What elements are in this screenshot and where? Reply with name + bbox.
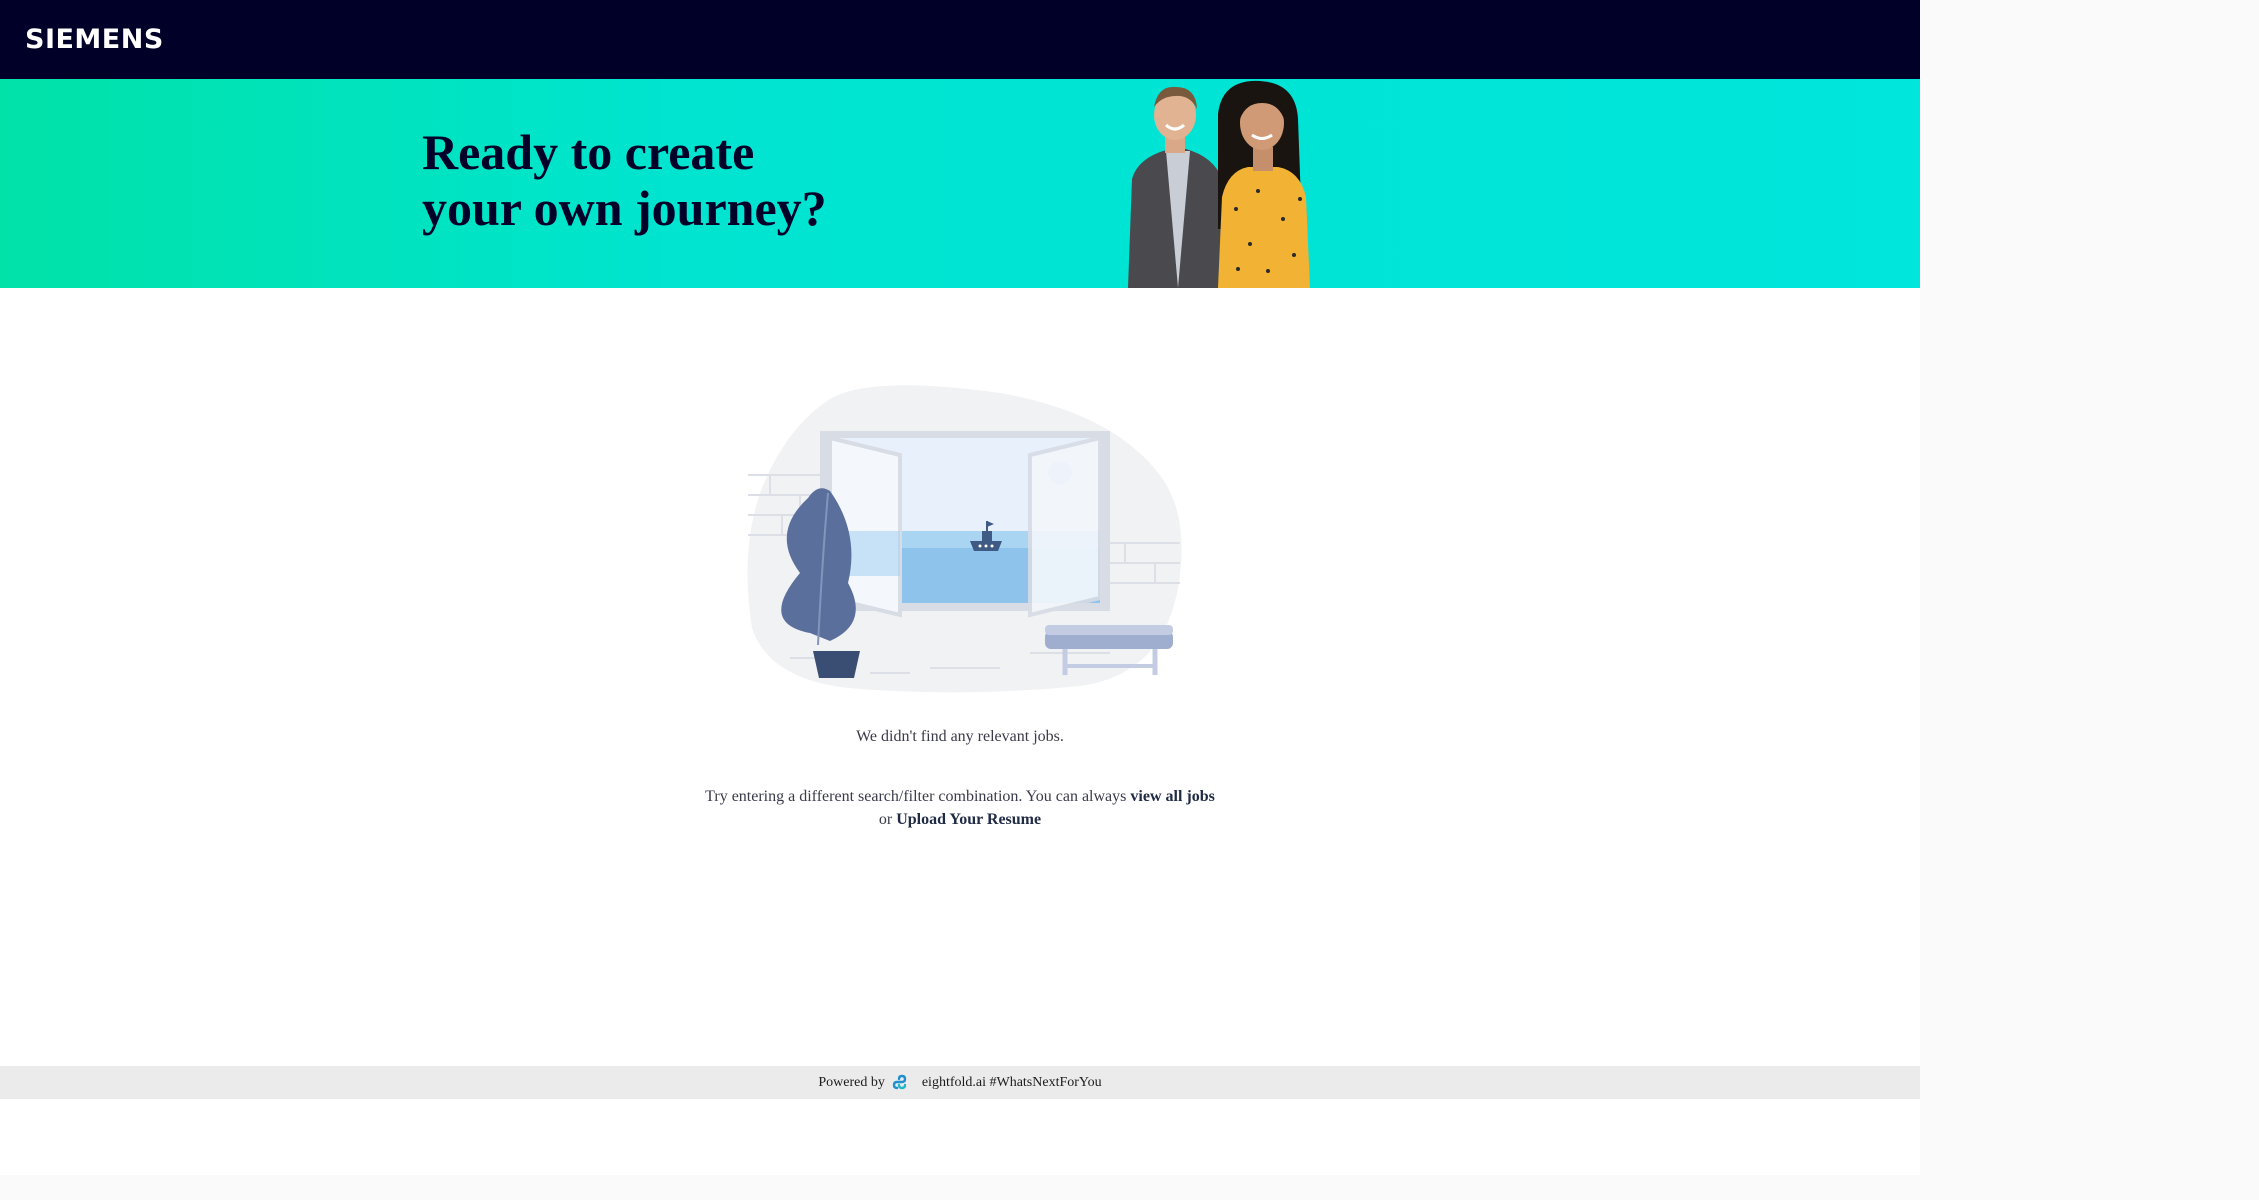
hint-or-text: or (878, 811, 893, 828)
banner-title-line1: Ready to create (422, 124, 755, 180)
hero-banner: Ready to create your own journey? (0, 79, 1920, 288)
upload-resume-link[interactable]: Upload Your Resume (896, 811, 1041, 828)
empty-room-window-illustration (747, 385, 1182, 693)
page: SIEMENS Ready to create your own journey… (0, 0, 1920, 1175)
banner-title-line2: your own journey? (422, 180, 827, 236)
hint-prefix-text: Try entering a different search/filter c… (705, 788, 1127, 805)
search-hint: Try entering a different search/filter c… (660, 785, 1260, 831)
footer: Powered by eightfold.ai #WhatsNextForYou (0, 1066, 1920, 1099)
no-jobs-message: We didn't find any relevant jobs. (856, 728, 1064, 745)
banner-title: Ready to create your own journey? (422, 124, 942, 236)
eightfold-logo-icon[interactable] (892, 1072, 912, 1092)
view-all-jobs-link[interactable]: view all jobs (1130, 788, 1214, 805)
siemens-logo[interactable]: SIEMENS (25, 24, 164, 55)
eightfold-link[interactable]: eightfold.ai #WhatsNextForYou (922, 1075, 1102, 1090)
powered-by-text: Powered by (818, 1075, 885, 1090)
people-photo (1128, 80, 1310, 288)
top-navigation-bar: SIEMENS (0, 0, 1920, 79)
